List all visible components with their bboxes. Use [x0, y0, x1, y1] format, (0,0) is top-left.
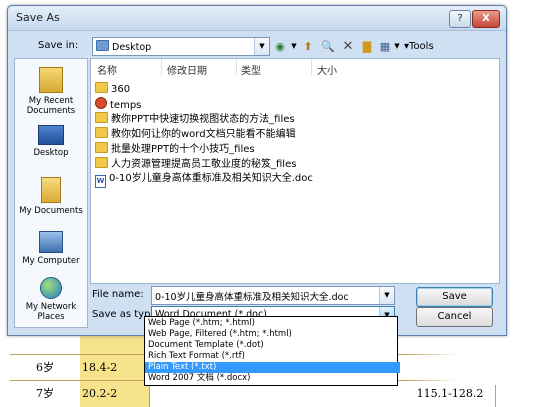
save-button[interactable]: Save — [416, 287, 493, 307]
list-item[interactable]: 教你PPT中快速切换视图状态的方法_files — [95, 112, 295, 126]
place-label: My Network Places — [25, 302, 77, 322]
word-document-icon: W — [95, 175, 106, 188]
up-folder-icon[interactable]: ⬆ — [301, 39, 315, 54]
list-item[interactable]: 教你如何让你的word文档只能看不能编辑 — [95, 127, 296, 141]
place-desktop[interactable]: Desktop — [15, 125, 87, 158]
temps-folder-icon — [95, 97, 107, 109]
file-name: 教你如何让你的word文档只能看不能编辑 — [111, 129, 296, 140]
dropdown-option[interactable]: Rich Text Format (*.rtf) — [145, 351, 400, 362]
place-recent-documents[interactable]: My Recent Documents — [15, 67, 87, 116]
column-header-type[interactable]: 类型 — [241, 62, 261, 77]
folder-icon — [95, 142, 108, 153]
place-label: My Documents — [19, 206, 83, 216]
column-separator[interactable] — [161, 59, 162, 75]
place-label: My Computer — [22, 256, 80, 266]
list-item[interactable]: temps — [95, 97, 141, 111]
save-as-type-dropdown: Web Page (*.htm; *.html) Web Page, Filte… — [144, 316, 400, 386]
file-name-value: 0-10岁儿童身高体重标准及相关知识大全.doc — [155, 292, 349, 303]
tools-label: Tools — [409, 41, 434, 52]
my-computer-icon — [39, 231, 63, 253]
network-places-icon — [40, 277, 62, 299]
table-cell-age: 7岁 — [10, 381, 81, 407]
file-name: 0-10岁儿童身高体重标准及相关知识大全.doc — [109, 173, 313, 184]
title-bar[interactable]: Save As ? X — [8, 6, 506, 31]
place-my-computer[interactable]: My Computer — [15, 231, 87, 266]
back-icon[interactable]: ◉ — [273, 39, 287, 54]
chevron-down-icon[interactable]: ▼ — [393, 39, 401, 54]
save-in-value: Desktop — [96, 40, 151, 53]
dropdown-option[interactable]: Word 2007 文档 (*.docx) — [145, 373, 400, 384]
place-label: Desktop — [33, 148, 69, 158]
new-folder-icon[interactable]: ▇ — [360, 39, 374, 54]
list-item[interactable]: 批量处理PPT的十个小技巧_files — [95, 142, 255, 156]
save-in-combo[interactable]: Desktop ▼ — [92, 37, 270, 56]
folder-icon — [95, 82, 108, 93]
tools-menu-button[interactable]: ▾Tools — [404, 39, 444, 54]
chevron-down-icon[interactable]: ▼ — [254, 38, 269, 55]
table-cell-value: 18.4-2 — [80, 355, 150, 381]
dropdown-option[interactable]: Document Template (*.dot) — [145, 340, 400, 351]
folder-icon — [95, 127, 108, 138]
views-icon[interactable]: ▦ — [378, 39, 392, 54]
dropdown-option-highlighted[interactable]: Plain Text (*.txt) — [145, 362, 400, 373]
file-name: 360 — [111, 84, 131, 95]
column-header-size[interactable]: 大小 — [317, 62, 337, 77]
desktop-icon — [38, 125, 64, 145]
list-item[interactable]: 人力资源管理提高员工敬业度的秘笈_files — [95, 157, 296, 171]
list-item[interactable]: W 0-10岁儿童身高体重标准及相关知识大全.doc — [95, 172, 313, 188]
dropdown-option[interactable]: Web Page (*.htm; *.html) — [145, 318, 400, 329]
folder-icon — [95, 157, 108, 168]
file-name-input[interactable]: 0-10岁儿童身高体重标准及相关知识大全.doc ▼ — [151, 286, 395, 305]
desktop-folder-icon — [96, 40, 109, 51]
column-separator[interactable] — [236, 59, 237, 75]
chevron-down-icon[interactable]: ▼ — [290, 39, 298, 54]
delete-icon[interactable]: ✕ — [341, 39, 355, 54]
save-in-text: Desktop — [112, 42, 152, 53]
search-web-icon[interactable]: 🔍 — [321, 39, 335, 54]
close-button[interactable]: X — [472, 10, 500, 28]
my-documents-icon — [41, 177, 61, 203]
file-list[interactable]: 名称 修改日期 类型 大小 360 temps 教你PPT中快速切换视图状态的方… — [90, 58, 500, 284]
file-name: 批量处理PPT的十个小技巧_files — [111, 144, 255, 155]
file-name: 人力资源管理提高员工敬业度的秘笈_files — [111, 159, 297, 170]
recent-documents-icon — [39, 67, 63, 93]
table-cell-value: 20.2-2 — [80, 381, 150, 407]
chevron-down-icon[interactable]: ▼ — [379, 287, 394, 304]
help-button[interactable]: ? — [449, 10, 471, 28]
table-cell-age: 6岁 — [10, 355, 81, 381]
place-label: My Recent Documents — [26, 96, 76, 116]
file-name: 教你PPT中快速切换视图状态的方法_files — [111, 114, 295, 125]
cancel-button[interactable]: Cancel — [416, 307, 493, 327]
save-in-label: Save in: — [38, 40, 79, 51]
column-header-name[interactable]: 名称 — [97, 62, 117, 77]
column-separator[interactable] — [311, 59, 312, 75]
list-item[interactable]: 360 — [95, 82, 130, 96]
column-header-modified[interactable]: 修改日期 — [167, 62, 207, 77]
dialog-title: Save As — [16, 11, 60, 24]
place-my-documents[interactable]: My Documents — [15, 177, 87, 216]
place-network[interactable]: My Network Places — [15, 277, 87, 322]
folder-icon — [95, 112, 108, 123]
file-name: temps — [110, 100, 142, 111]
file-name-label: File name: — [92, 289, 144, 300]
save-as-dialog: Save As ? X Save in: Desktop ▼ ◉ ▼ ⬆ 🔍 ✕… — [7, 5, 507, 336]
places-bar: My Recent Documents Desktop My Documents… — [14, 58, 88, 328]
dropdown-option[interactable]: Web Page, Filtered (*.htm; *.html) — [145, 329, 400, 340]
